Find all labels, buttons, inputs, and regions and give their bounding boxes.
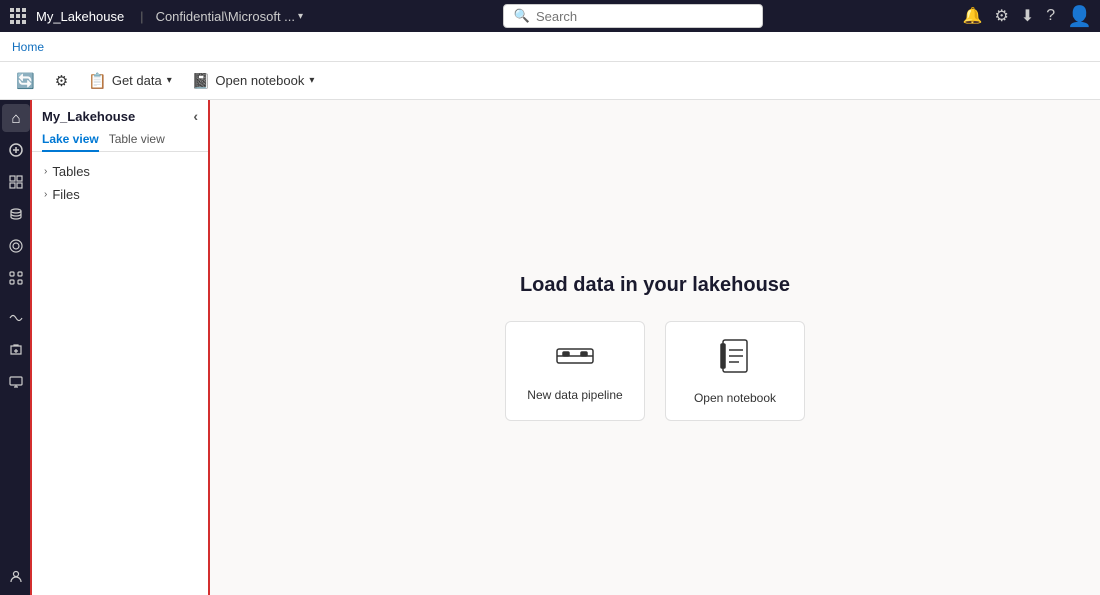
search-area: 🔍: [311, 4, 954, 28]
topbar-actions: 🔔 ⚙ ⬇ ? 👤: [963, 4, 1092, 29]
chevron-down-icon: ▾: [309, 75, 314, 86]
notebook-card-icon: [719, 338, 751, 381]
chevron-down-icon: ▾: [167, 75, 172, 86]
notification-icon[interactable]: 🔔: [963, 6, 983, 26]
collapse-icon[interactable]: ‹: [193, 108, 198, 124]
user-avatar[interactable]: 👤: [1067, 4, 1092, 29]
topbar: My_Lakehouse | Confidential\Microsoft ..…: [0, 0, 1100, 32]
explorer-tabs: Lake view Table view: [32, 128, 208, 152]
explorer-items: › Tables › Files: [32, 152, 208, 595]
explorer-item-files[interactable]: › Files: [32, 183, 208, 206]
breadcrumb: Home: [0, 32, 1100, 62]
sidebar-item-learn[interactable]: [2, 336, 30, 364]
sidebar-item-browse[interactable]: [2, 168, 30, 196]
sidebar-item-apps[interactable]: [2, 264, 30, 292]
main-content: ⌂ My_Lakehouse ‹: [0, 100, 1100, 595]
separator: |: [140, 9, 143, 24]
chevron-right-icon: ›: [44, 189, 47, 200]
cards-row: New data pipeline Open notebook: [505, 321, 805, 421]
sidebar-item-models[interactable]: [2, 232, 30, 260]
search-icon: 🔍: [514, 8, 530, 24]
download-icon[interactable]: ⬇: [1021, 6, 1034, 26]
open-notebook-card[interactable]: Open notebook: [665, 321, 805, 421]
sidebar-item-create[interactable]: [2, 136, 30, 164]
sidebar-item-data[interactable]: [2, 200, 30, 228]
explorer-panel: My_Lakehouse ‹ Lake view Table view › Ta…: [32, 100, 210, 595]
left-nav: ⌂: [0, 100, 32, 595]
sidebar-item-monitor[interactable]: [2, 368, 30, 396]
toolbar: 🔄 ⚙ 📋 Get data ▾ 📓 Open notebook ▾: [0, 62, 1100, 100]
workspace-name[interactable]: Confidential\Microsoft ... ▾: [156, 9, 303, 24]
chevron-right-icon: ›: [44, 166, 47, 177]
chevron-down-icon: ▾: [298, 11, 303, 22]
open-notebook-button[interactable]: 📓 Open notebook ▾: [184, 68, 323, 94]
home-link[interactable]: Home: [12, 40, 44, 54]
notebook-card-label: Open notebook: [694, 391, 776, 405]
settings-icon: ⚙: [55, 72, 68, 90]
sidebar-item-home[interactable]: ⌂: [2, 104, 30, 132]
explorer-item-tables[interactable]: › Tables: [32, 160, 208, 183]
tab-table-view[interactable]: Table view: [109, 128, 165, 152]
refresh-icon: 🔄: [16, 72, 35, 90]
notebook-icon: 📓: [192, 72, 211, 90]
explorer-title: My_Lakehouse: [42, 109, 135, 124]
pipeline-card-label: New data pipeline: [527, 388, 622, 402]
help-icon[interactable]: ?: [1046, 7, 1055, 25]
toolbar-settings-button[interactable]: ⚙: [47, 68, 76, 94]
explorer-header: My_Lakehouse ‹: [32, 100, 208, 128]
new-data-pipeline-card[interactable]: New data pipeline: [505, 321, 645, 421]
get-data-button[interactable]: 📋 Get data ▾: [80, 68, 180, 94]
sidebar-item-lineage[interactable]: [2, 304, 30, 332]
search-input[interactable]: [536, 9, 752, 24]
waffle-icon[interactable]: [8, 6, 28, 26]
refresh-button[interactable]: 🔄: [8, 68, 43, 94]
tab-lake-view[interactable]: Lake view: [42, 128, 99, 152]
search-box[interactable]: 🔍: [503, 4, 763, 28]
settings-icon[interactable]: ⚙: [994, 6, 1008, 26]
get-data-icon: 📋: [88, 72, 107, 90]
sidebar-item-people[interactable]: [2, 563, 30, 591]
pipeline-icon: [555, 341, 595, 378]
app-name: My_Lakehouse: [36, 9, 124, 24]
content-area: Load data in your lakehouse New data pip…: [210, 100, 1100, 595]
load-title: Load data in your lakehouse: [520, 274, 790, 297]
